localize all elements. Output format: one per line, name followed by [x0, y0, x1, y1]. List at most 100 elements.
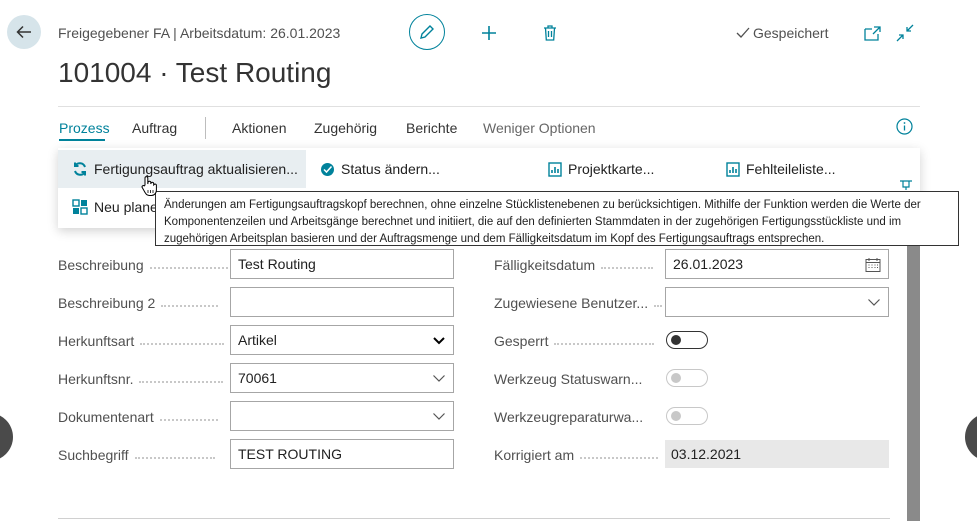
- field-label-text: Beschreibung: [58, 257, 144, 273]
- field-label-text: Korrigiert am: [494, 447, 575, 463]
- faelligkeitsdatum-value: 26.01.2023: [673, 256, 744, 272]
- previous-record-button[interactable]: [0, 413, 13, 461]
- page-title: 101004 · Test Routing: [58, 57, 332, 88]
- action-tooltip: Änderungen am Fertigungsauftragskopf ber…: [155, 191, 959, 246]
- change-status-action[interactable]: Status ändern...: [320, 150, 440, 188]
- hand-cursor-icon: [141, 176, 157, 196]
- beschreibung-field[interactable]: Test Routing: [230, 249, 454, 279]
- werkzeug-statuswarnung-toggle[interactable]: [666, 369, 708, 387]
- next-record-button[interactable]: [965, 413, 977, 461]
- open-in-new-icon: [863, 25, 881, 41]
- back-button[interactable]: [7, 15, 41, 49]
- field-label-herkunftsart: Herkunftsart: [58, 333, 225, 349]
- toggle-knob: [671, 411, 681, 421]
- beschreibung-2-field[interactable]: [230, 287, 454, 317]
- tab-aktionen[interactable]: Aktionen: [232, 120, 286, 136]
- werkzeugreparatur-toggle[interactable]: [666, 407, 708, 425]
- field-label-text: Herkunftsnr.: [58, 371, 134, 387]
- project-card-action[interactable]: Projektkarte...: [548, 150, 654, 188]
- change-status-label: Status ändern...: [341, 161, 440, 177]
- tab-prozess-underline: [59, 139, 105, 141]
- field-label-suchbegriff: Suchbegriff: [58, 447, 215, 463]
- collapse-icon: [896, 24, 914, 42]
- toggle-knob: [671, 373, 681, 383]
- label-dots: [580, 457, 659, 459]
- project-card-label: Projektkarte...: [568, 161, 655, 177]
- chevron-down-icon: [433, 413, 445, 420]
- herkunftsart-value: Artikel: [238, 332, 277, 348]
- gesperrt-toggle[interactable]: [666, 331, 708, 349]
- field-label-faelligkeitsdatum: Fälligkeitsdatum: [494, 257, 654, 273]
- pin-icon[interactable]: [898, 180, 914, 190]
- page-context: Freigegebener FA | Arbeitsdatum: 26.01.2…: [58, 25, 341, 41]
- dokumentenart-field[interactable]: [230, 401, 454, 431]
- label-dots: [654, 305, 663, 307]
- tab-berichte[interactable]: Berichte: [406, 120, 457, 136]
- tab-auftrag[interactable]: Auftrag: [132, 120, 177, 136]
- field-label-text: Fälligkeitsdatum: [494, 257, 596, 273]
- field-label-herkunftsnr: Herkunftsnr.: [58, 371, 224, 387]
- save-status-label: Gespeichert: [753, 25, 829, 41]
- suchbegriff-field[interactable]: TEST ROUTING: [230, 439, 454, 469]
- shortage-list-label: Fehlteileliste...: [746, 161, 836, 177]
- korrigiert-am-value: 03.12.2021: [665, 440, 889, 468]
- calendar-icon[interactable]: [865, 257, 881, 273]
- field-label-werkzeug-statuswarnung: Werkzeug Statuswarn...: [494, 371, 642, 387]
- label-dots: [161, 305, 219, 307]
- field-label-gesperrt: Gesperrt: [494, 333, 655, 349]
- plus-icon: [482, 26, 496, 40]
- chevron-down-icon: [868, 299, 880, 306]
- save-status: Gespeichert: [736, 25, 828, 41]
- scrollbar[interactable]: [907, 246, 920, 521]
- herkunftsnr-value: 70061: [238, 370, 277, 386]
- delete-button[interactable]: [538, 21, 562, 45]
- field-label-zugewiesene-benutzer: Zugewiesene Benutzer...: [494, 295, 663, 311]
- field-label-text: Dokumentenart: [58, 409, 154, 425]
- field-label-werkzeugreparatur: Werkzeugreparaturwa...: [494, 409, 643, 425]
- edit-button[interactable]: [409, 14, 445, 50]
- chevron-down-icon: [433, 337, 445, 345]
- label-dots: [140, 343, 225, 345]
- label-dots: [149, 267, 228, 269]
- field-label-text: Herkunftsart: [58, 333, 135, 349]
- update-order-action[interactable]: Fertigungsauftrag aktualisieren...: [58, 150, 306, 188]
- tab-prozess[interactable]: Prozess: [59, 120, 110, 136]
- tab-zugehoerig[interactable]: Zugehörig: [314, 120, 377, 136]
- collapse-button[interactable]: [893, 21, 917, 45]
- faelligkeitsdatum-field[interactable]: 26.01.2023: [665, 249, 889, 279]
- toggle-knob: [671, 335, 681, 345]
- fewer-options-link[interactable]: Weniger Optionen: [483, 120, 596, 136]
- label-dots: [601, 267, 654, 269]
- field-label-dokumentenart: Dokumentenart: [58, 409, 218, 425]
- field-label-text: Gesperrt: [494, 333, 549, 349]
- header-divider: [58, 106, 920, 107]
- status-check-icon: [321, 162, 334, 176]
- herkunftsart-select[interactable]: Artikel: [230, 325, 454, 355]
- korrigiert-am-text: 03.12.2021: [671, 446, 742, 462]
- label-dots: [139, 381, 224, 383]
- open-new-window-button[interactable]: [860, 21, 884, 45]
- field-label-text: Zugewiesene Benutzer...: [494, 295, 649, 311]
- refresh-icon: [74, 162, 86, 176]
- new-button[interactable]: [477, 21, 501, 45]
- suchbegriff-value: TEST ROUTING: [238, 446, 342, 462]
- field-label-text: Werkzeug Statuswarn...: [494, 371, 643, 387]
- trash-icon: [544, 25, 556, 41]
- field-label-beschreibung: Beschreibung: [58, 257, 228, 273]
- nav-separator: [205, 117, 206, 139]
- chevron-down-icon: [433, 375, 445, 382]
- update-order-label: Fertigungsauftrag aktualisieren...: [94, 161, 298, 177]
- zugewiesene-benutzer-field[interactable]: [665, 287, 889, 317]
- beschreibung-value: Test Routing: [238, 256, 316, 272]
- herkunftsnr-field[interactable]: 70061: [230, 363, 454, 393]
- shortage-list-action[interactable]: Fehlteileliste...: [726, 150, 835, 188]
- field-label-text: Suchbegriff: [58, 447, 129, 463]
- checkmark-icon: [736, 27, 750, 38]
- report-icon: [548, 161, 562, 177]
- field-label-korrigiert-am: Korrigiert am: [494, 447, 659, 463]
- info-button[interactable]: [896, 118, 913, 140]
- report-icon: [726, 161, 740, 177]
- replan-icon: [72, 199, 88, 215]
- label-dots: [554, 343, 655, 345]
- field-label-text: Beschreibung 2: [58, 295, 156, 311]
